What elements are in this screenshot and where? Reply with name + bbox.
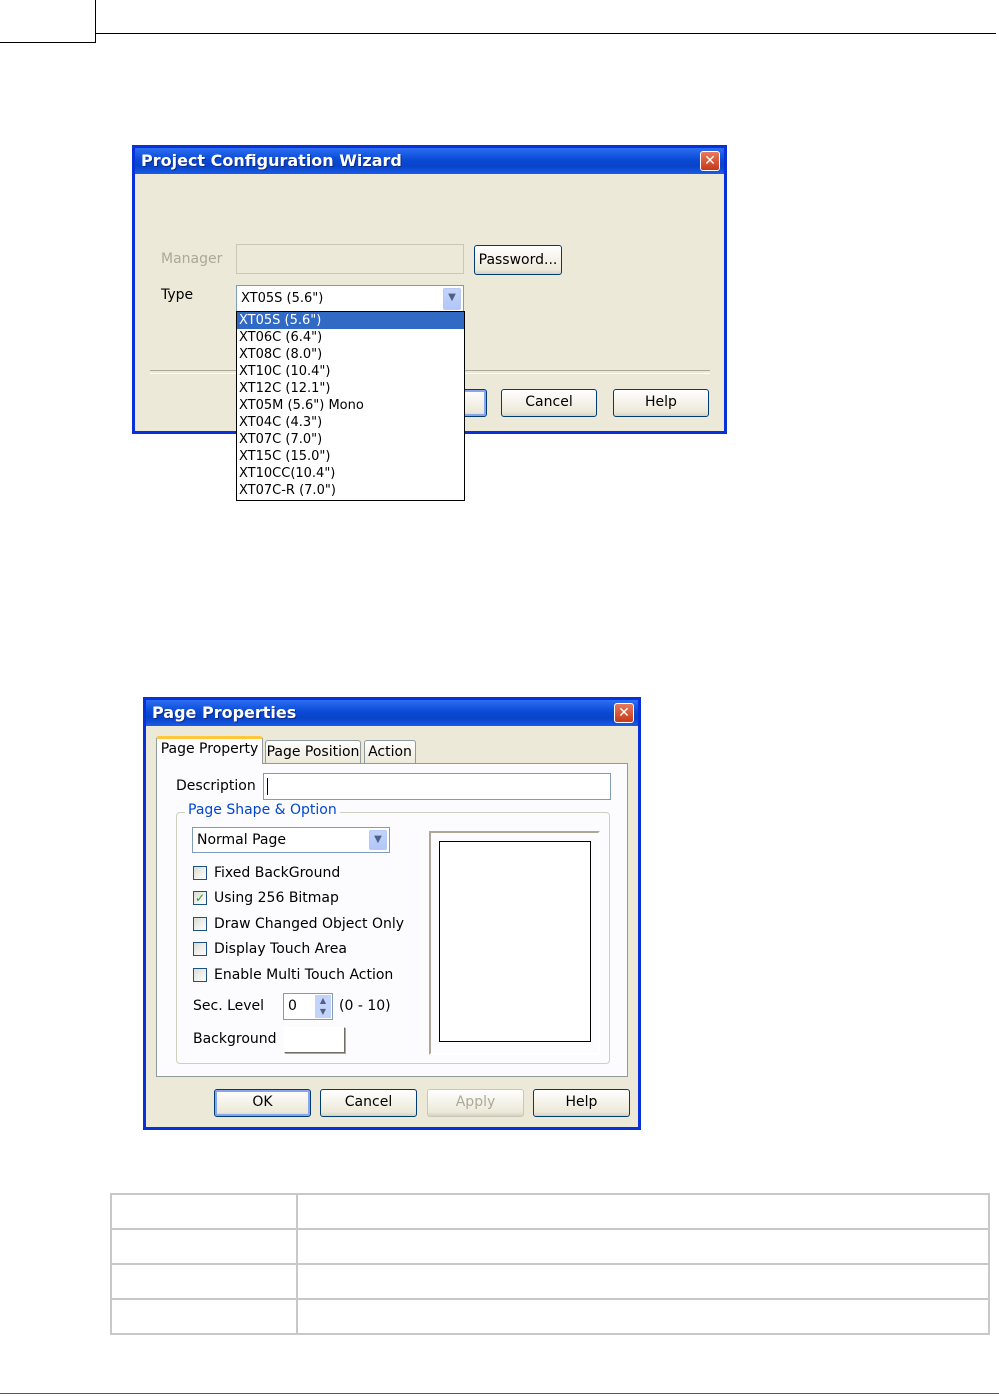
page-shape-value: Normal Page <box>197 832 286 848</box>
table-row <box>110 1193 990 1230</box>
preview-frame <box>429 831 600 1055</box>
type-option[interactable]: XT06C (6.4") <box>237 329 464 346</box>
type-label: Type <box>161 287 194 303</box>
page-properties-title-bar: Page Properties <box>146 700 638 726</box>
cancel-button[interactable]: Cancel <box>320 1089 417 1117</box>
tab-page-position[interactable]: Page Position <box>265 740 361 764</box>
tab-page-property[interactable]: Page Property <box>156 736 263 764</box>
checkbox-label: Using 256 Bitmap <box>214 890 339 906</box>
sec-level-spinner[interactable]: 0 ▲ ▼ <box>283 993 333 1020</box>
checkbox-box[interactable] <box>193 917 207 931</box>
type-option[interactable]: XT07C-R (7.0") <box>237 482 464 499</box>
page-header-box <box>0 0 96 43</box>
type-option[interactable]: XT07C (7.0") <box>237 431 464 448</box>
page-properties-window: Page Properties ✕ Page Property Page Pos… <box>143 697 641 1130</box>
sec-level-value: 0 <box>288 998 297 1014</box>
type-option[interactable]: XT08C (8.0") <box>237 346 464 363</box>
table-row <box>110 1298 990 1335</box>
type-option[interactable]: XT05S (5.6") <box>237 312 464 329</box>
type-option[interactable]: XT05M (5.6") Mono <box>237 397 464 414</box>
type-combobox-value: XT05S (5.6") <box>241 291 324 306</box>
type-option[interactable]: XT12C (12.1") <box>237 380 464 397</box>
table-row <box>110 1263 990 1300</box>
checkbox-box[interactable] <box>193 942 207 956</box>
checkbox-label: Display Touch Area <box>214 941 347 957</box>
wizard-cancel-button[interactable]: Cancel <box>501 389 597 417</box>
tab-action[interactable]: Action <box>364 740 416 764</box>
page-header-rule <box>96 33 996 34</box>
background-color-swatch[interactable] <box>284 1027 345 1053</box>
page-property-panel: Description Page Shape & Option Normal P… <box>156 763 628 1077</box>
description-input[interactable] <box>263 773 611 800</box>
checkbox-label: Fixed BackGround <box>214 865 341 881</box>
page-properties-close-icon[interactable]: ✕ <box>614 703 634 723</box>
checkbox-box[interactable] <box>193 866 207 880</box>
chevron-down-icon[interactable]: ▼ <box>443 288 461 310</box>
page-footer-rule <box>0 1393 999 1394</box>
type-option[interactable]: XT10CC(10.4") <box>237 465 464 482</box>
wizard-title: Project Configuration Wizard <box>141 151 402 170</box>
type-option[interactable]: XT04C (4.3") <box>237 414 464 431</box>
checkbox-label: Draw Changed Object Only <box>214 916 405 932</box>
wizard-close-icon[interactable]: ✕ <box>700 151 720 171</box>
manager-label: Manager <box>161 251 223 267</box>
spinner-down-icon[interactable]: ▼ <box>315 1006 331 1018</box>
empty-table <box>110 1193 990 1335</box>
type-option[interactable]: XT15C (15.0") <box>237 448 464 465</box>
sec-level-range: (0 - 10) <box>339 998 391 1014</box>
checkbox-box[interactable] <box>193 968 207 982</box>
description-label: Description <box>176 778 256 794</box>
chevron-down-icon[interactable]: ▼ <box>369 830 387 850</box>
manager-field[interactable] <box>236 244 464 274</box>
password-button[interactable]: Password... <box>474 245 562 275</box>
help-button[interactable]: Help <box>533 1089 630 1117</box>
type-combobox[interactable]: XT05S (5.6") ▼ <box>236 285 464 313</box>
ok-button[interactable]: OK <box>214 1089 311 1117</box>
sec-level-label: Sec. Level <box>193 998 265 1014</box>
text-cursor <box>267 778 268 795</box>
page-properties-title: Page Properties <box>152 703 297 722</box>
type-option[interactable]: XT10C (10.4") <box>237 363 464 380</box>
checkmark-icon[interactable]: ✓ <box>193 891 207 905</box>
apply-button: Apply <box>427 1089 524 1117</box>
wizard-help-button[interactable]: Help <box>613 389 709 417</box>
page-shape-option-label: Page Shape & Option <box>185 802 340 818</box>
page-shape-combobox[interactable]: Normal Page ▼ <box>192 827 390 853</box>
type-dropdown-list: XT05S (5.6") XT06C (6.4") XT08C (8.0") X… <box>236 311 465 501</box>
wizard-title-bar: Project Configuration Wizard <box>135 148 724 174</box>
page-preview <box>439 841 591 1042</box>
table-row <box>110 1228 990 1265</box>
checkbox-label: Enable Multi Touch Action <box>214 967 394 983</box>
background-label: Background <box>193 1031 277 1047</box>
